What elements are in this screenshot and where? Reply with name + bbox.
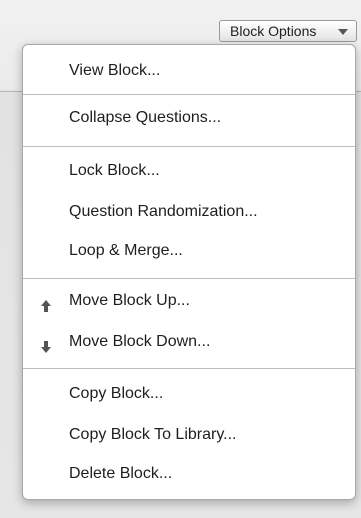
menu-item-label: Copy Block To Library... [69, 426, 237, 443]
arrow-up-icon [40, 294, 52, 312]
menu-divider [23, 146, 355, 147]
menu-item-move-block-down[interactable]: Move Block Down... [23, 327, 355, 357]
menu-item-label: Collapse Questions... [69, 109, 222, 126]
menu-item-move-block-up[interactable]: Move Block Up... [23, 286, 355, 316]
menu-item-label: Loop & Merge... [69, 242, 183, 259]
menu-item-delete-block[interactable]: Delete Block... [23, 459, 355, 489]
menu-divider [23, 94, 355, 95]
block-options-menu: View Block... Collapse Questions... Lock… [22, 44, 356, 500]
menu-item-label: Copy Block... [69, 385, 164, 402]
arrow-down-icon [40, 335, 52, 353]
menu-item-question-randomization[interactable]: Question Randomization... [23, 197, 355, 227]
menu-divider [23, 368, 355, 369]
menu-item-copy-block-to-library[interactable]: Copy Block To Library... [23, 420, 355, 450]
menu-item-label: View Block... [69, 62, 161, 79]
menu-item-collapse-questions[interactable]: Collapse Questions... [23, 103, 355, 133]
block-options-button[interactable]: Block Options [219, 20, 357, 42]
menu-item-label: Lock Block... [69, 162, 160, 179]
menu-item-label: Delete Block... [69, 465, 173, 482]
menu-item-lock-block[interactable]: Lock Block... [23, 156, 355, 186]
menu-divider [23, 278, 355, 279]
chevron-down-icon [338, 29, 348, 35]
block-options-label: Block Options [230, 23, 317, 39]
menu-item-label: Move Block Down... [69, 333, 211, 350]
menu-item-loop-merge[interactable]: Loop & Merge... [23, 236, 355, 266]
menu-item-label: Move Block Up... [69, 292, 190, 309]
menu-item-label: Question Randomization... [69, 203, 258, 220]
menu-item-copy-block[interactable]: Copy Block... [23, 379, 355, 409]
menu-item-view-block[interactable]: View Block... [23, 56, 355, 86]
